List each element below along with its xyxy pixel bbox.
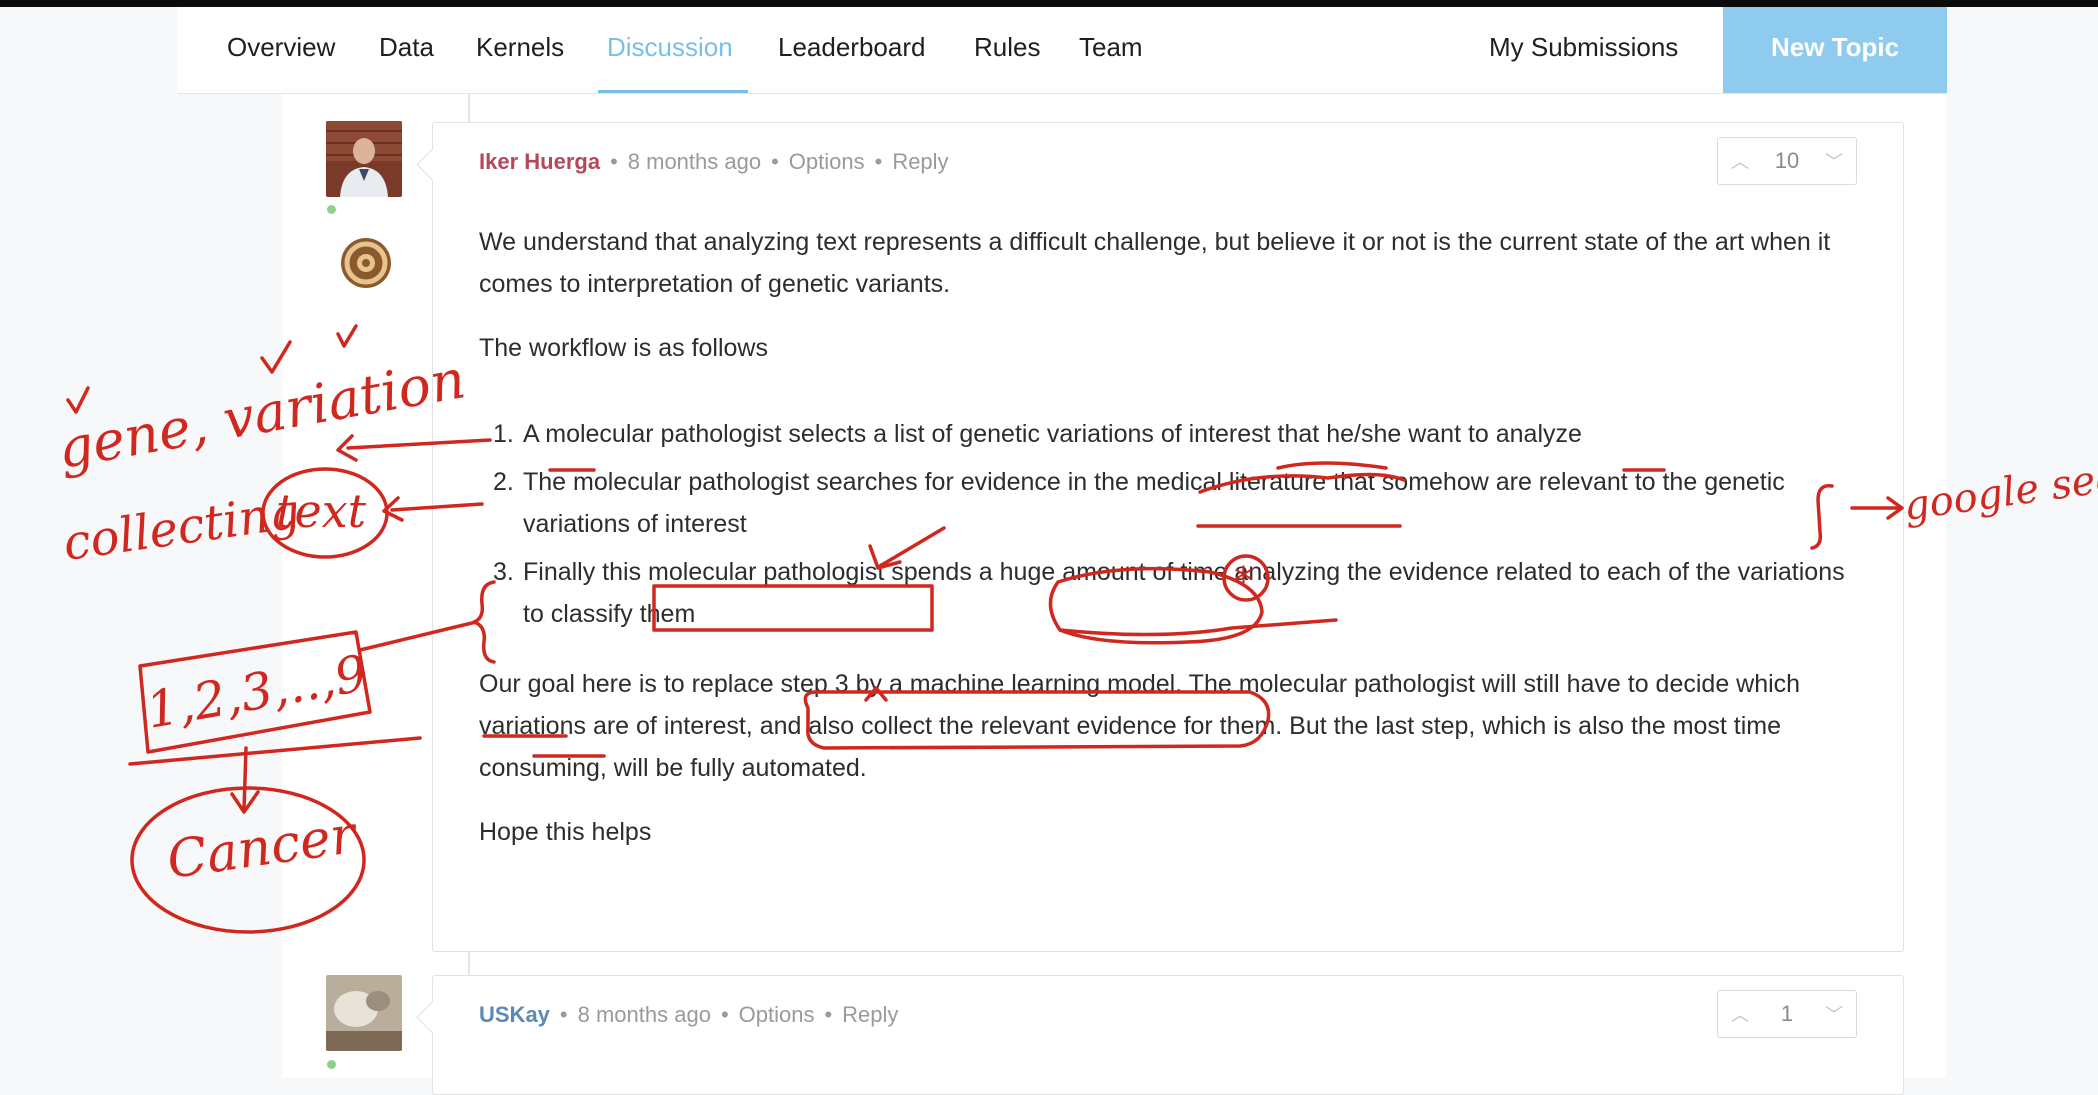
upvote-icon[interactable]: ︿ (1718, 138, 1762, 184)
vote-widget: ︿ 1 ﹀ (1717, 990, 1857, 1038)
arrow (242, 746, 248, 812)
reply-link[interactable]: Reply (892, 149, 948, 174)
downvote-icon[interactable]: ﹀ (1812, 138, 1856, 184)
comment-body: We understand that analyzing text repres… (479, 221, 1859, 853)
workflow-steps: 1. A molecular pathologist selects a list… (479, 413, 1859, 635)
comment-card: USKay • 8 months ago • Options • Reply ︿ 1 ﹀ (432, 975, 1904, 1095)
competition-host-badge-icon (341, 238, 391, 288)
tab-kernels[interactable]: Kernels (476, 7, 564, 93)
vote-widget: ︿ 10 ﹀ (1717, 137, 1857, 185)
list-item: 3. Finally this molecular pathologist spe… (493, 558, 1845, 628)
arrow-head (230, 790, 260, 814)
tab-discussion[interactable]: Discussion (607, 7, 733, 93)
top-black-bar (0, 0, 2098, 7)
competition-nav: Overview Data Kernels Discussion Leaderb… (177, 7, 1947, 94)
vote-count: 10 (1774, 148, 1800, 173)
options-link[interactable]: Options (739, 1002, 815, 1027)
note-collecting: collecting (60, 483, 304, 572)
online-status-dot (327, 1060, 336, 1069)
paragraph: We understand that analyzing text repres… (479, 228, 1831, 298)
tab-team[interactable]: Team (1079, 7, 1143, 93)
paragraph: Our goal here is to replace step 3 by a … (479, 670, 1801, 782)
my-submissions-link[interactable]: My Submissions (1489, 7, 1678, 93)
avatar[interactable] (326, 121, 402, 197)
tab-rules[interactable]: Rules (974, 7, 1040, 93)
tab-overview[interactable]: Overview (227, 7, 335, 93)
comment-time: 8 months ago (577, 1002, 711, 1027)
options-link[interactable]: Options (789, 149, 865, 174)
comment-meta: Iker Huerga • 8 months ago • Options • Reply (479, 149, 949, 174)
vote-count: 1 (1780, 1001, 1794, 1026)
tab-data[interactable]: Data (379, 7, 434, 93)
active-tab-indicator (598, 90, 748, 93)
list-item: 2. The molecular pathologist searches for… (493, 468, 1785, 538)
tab-leaderboard[interactable]: Leaderboard (778, 7, 925, 93)
new-topic-button[interactable]: New Topic (1723, 7, 1947, 93)
comment-time: 8 months ago (627, 149, 762, 174)
downvote-icon[interactable]: ﹀ (1812, 991, 1856, 1037)
author-name[interactable]: USKay (479, 1002, 550, 1027)
list-item: 1. A molecular pathologist selects a list… (493, 420, 1582, 448)
online-status-dot (327, 205, 336, 214)
reply-link[interactable]: Reply (842, 1002, 898, 1027)
author-name[interactable]: Iker Huerga (479, 149, 600, 174)
comment-card: Iker Huerga • 8 months ago • Options • Reply ︿… (432, 122, 1904, 952)
check-mark (66, 386, 90, 414)
comment-meta: USKay • 8 months ago • Options • Reply (479, 1002, 899, 1027)
paragraph: Hope this helps (479, 818, 652, 846)
upvote-icon[interactable]: ︿ (1718, 991, 1762, 1037)
paragraph: The workflow is as follows (479, 334, 768, 362)
avatar[interactable] (326, 975, 402, 1051)
